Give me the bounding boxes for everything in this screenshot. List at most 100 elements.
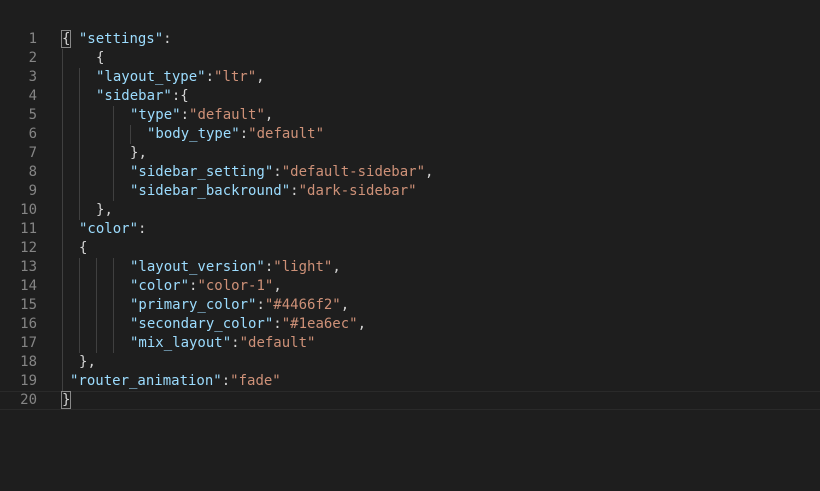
indent-guide xyxy=(113,106,114,125)
line-number: 20 xyxy=(20,392,37,408)
line-number: 9 xyxy=(28,183,37,199)
code-line[interactable]: 7}, xyxy=(0,144,820,163)
line-number: 2 xyxy=(28,50,37,66)
line-number: 6 xyxy=(28,126,37,142)
code-text[interactable]: "type":"default", xyxy=(130,106,273,125)
indent-guide xyxy=(62,239,63,258)
code-line[interactable]: 13 "layout_version":"light", xyxy=(0,258,820,277)
indent-guide xyxy=(62,258,63,277)
code-line[interactable]: 12 { xyxy=(0,239,820,258)
line-number: 14 xyxy=(20,278,37,294)
indent-guide xyxy=(62,220,63,239)
code-text[interactable]: }, xyxy=(130,144,147,163)
code-line[interactable]: 15 "primary_color":"#4466f2", xyxy=(0,296,820,315)
indent-guide xyxy=(62,353,63,372)
code-text[interactable]: "layout_version":"light", xyxy=(130,258,341,277)
indent-guide xyxy=(62,163,63,182)
code-text[interactable]: } xyxy=(60,391,72,409)
code-text[interactable]: }, xyxy=(96,201,113,220)
code-text[interactable]: "router_animation":"fade" xyxy=(70,372,281,391)
indent-guide xyxy=(113,258,114,277)
code-line[interactable]: 20} xyxy=(0,391,820,410)
line-number: 5 xyxy=(28,107,37,123)
code-editor[interactable]: 1{ "settings": 2{3 "layout_type":"ltr", 4 "s… xyxy=(0,0,820,491)
code-text[interactable]: { xyxy=(79,239,87,258)
code-line[interactable]: 11 "color": xyxy=(0,220,820,239)
matching-bracket: } xyxy=(60,391,72,409)
indent-guide xyxy=(113,163,114,182)
code-text[interactable]: "sidebar":{ xyxy=(96,87,189,106)
indent-guide xyxy=(62,49,63,68)
code-line[interactable]: 17 "mix_layout":"default" xyxy=(0,334,820,353)
indent-guide xyxy=(96,334,97,353)
code-text[interactable]: { xyxy=(96,49,104,68)
indent-guide xyxy=(62,296,63,315)
indent-guide xyxy=(79,182,80,201)
indent-guide xyxy=(79,68,80,87)
code-line[interactable]: 10}, xyxy=(0,201,820,220)
code-line[interactable]: 1 { "settings": xyxy=(0,30,820,49)
code-text[interactable]: "primary_color":"#4466f2", xyxy=(130,296,349,315)
code-line[interactable]: 2{ xyxy=(0,49,820,68)
indent-guide xyxy=(62,334,63,353)
line-number: 11 xyxy=(20,221,37,237)
indent-guide xyxy=(62,144,63,163)
indent-guide xyxy=(79,315,80,334)
line-number: 18 xyxy=(20,354,37,370)
indent-guide xyxy=(79,106,80,125)
code-text[interactable]: "sidebar_backround":"dark-sidebar" xyxy=(130,182,417,201)
code-text[interactable]: "color": xyxy=(79,220,146,239)
line-number: 19 xyxy=(20,373,37,389)
code-lines[interactable]: 1{ "settings": 2{3 "layout_type":"ltr", 4 "s… xyxy=(0,30,820,410)
line-number: 13 xyxy=(20,259,37,275)
code-line[interactable]: 14 "color":"color-1", xyxy=(0,277,820,296)
indent-guide xyxy=(62,315,63,334)
code-text[interactable]: { "settings": xyxy=(60,30,172,49)
code-text[interactable]: "body_type":"default" xyxy=(147,125,324,144)
line-number: 7 xyxy=(28,145,37,161)
code-text[interactable]: "sidebar_setting":"default-sidebar", xyxy=(130,163,433,182)
indent-guide xyxy=(96,296,97,315)
indent-guide xyxy=(62,106,63,125)
indent-guide xyxy=(62,68,63,87)
indent-guide xyxy=(113,296,114,315)
code-line[interactable]: 5 "type":"default", xyxy=(0,106,820,125)
code-line[interactable]: 19 "router_animation":"fade" xyxy=(0,372,820,391)
indent-guide xyxy=(79,258,80,277)
indent-guide xyxy=(113,334,114,353)
code-text[interactable]: "mix_layout":"default" xyxy=(130,334,315,353)
code-text[interactable]: "layout_type":"ltr", xyxy=(96,68,265,87)
line-number: 12 xyxy=(20,240,37,256)
line-number: 15 xyxy=(20,297,37,313)
indent-guide xyxy=(62,182,63,201)
code-text[interactable]: }, xyxy=(79,353,96,372)
code-line[interactable]: 8 "sidebar_setting":"default-sidebar", xyxy=(0,163,820,182)
line-number: 3 xyxy=(28,69,37,85)
indent-guide xyxy=(62,277,63,296)
code-line[interactable]: 9 "sidebar_backround":"dark-sidebar" xyxy=(0,182,820,201)
indent-guide xyxy=(62,87,63,106)
indent-guide xyxy=(96,315,97,334)
indent-guide xyxy=(79,163,80,182)
code-text[interactable]: "color":"color-1", xyxy=(130,277,282,296)
indent-guide xyxy=(113,277,114,296)
line-number: 4 xyxy=(28,88,37,104)
indent-guide xyxy=(79,296,80,315)
line-number: 1 xyxy=(28,31,37,47)
indent-guide xyxy=(96,258,97,277)
indent-guide xyxy=(79,334,80,353)
indent-guide xyxy=(62,125,63,144)
indent-guide xyxy=(62,201,63,220)
indent-guide xyxy=(113,125,114,144)
indent-guide xyxy=(130,125,131,144)
code-text[interactable]: "secondary_color":"#1ea6ec", xyxy=(130,315,366,334)
indent-guide xyxy=(113,182,114,201)
code-line[interactable]: 4 "sidebar":{ xyxy=(0,87,820,106)
code-line[interactable]: 16 "secondary_color":"#1ea6ec", xyxy=(0,315,820,334)
code-line[interactable]: 3 "layout_type":"ltr", xyxy=(0,68,820,87)
line-number: 10 xyxy=(20,202,37,218)
indent-guide xyxy=(113,144,114,163)
code-line[interactable]: 18}, xyxy=(0,353,820,372)
code-line[interactable]: 6 "body_type":"default" xyxy=(0,125,820,144)
indent-guide xyxy=(62,372,63,391)
